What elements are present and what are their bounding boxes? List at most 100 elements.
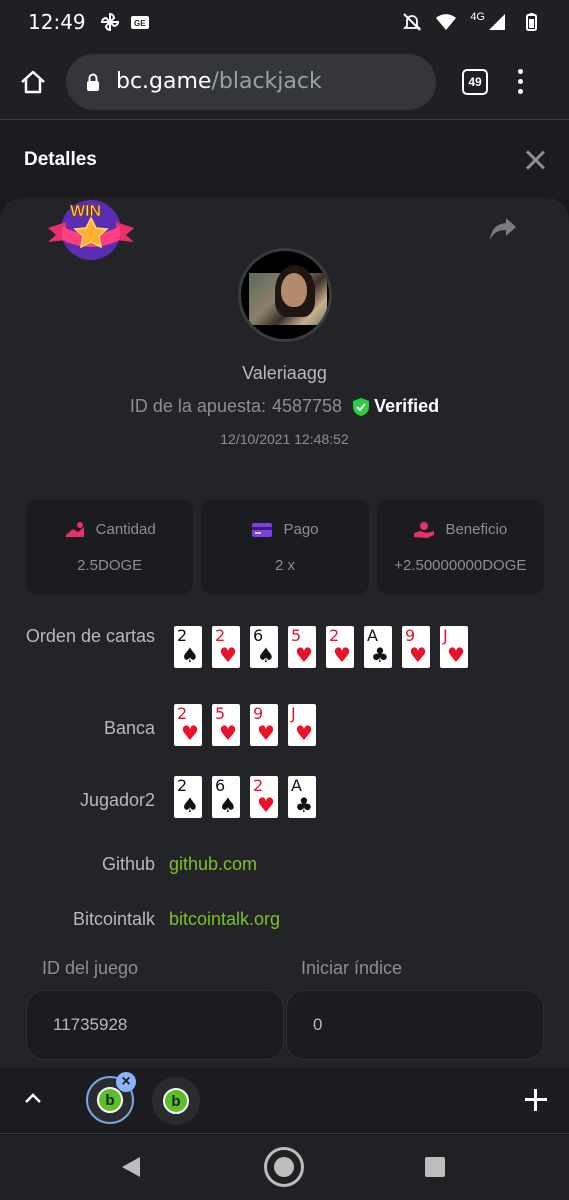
stats-row: Cantidad 2.5DOGE Pago 2 x Beneficio +2.5… [26,500,544,594]
home-nav-icon[interactable] [264,1147,304,1187]
verified-badge: Verified [352,396,439,417]
svg-text:GE: GE [134,19,146,28]
stat-value: 2 x [274,556,295,574]
stat-card-amount: Cantidad 2.5DOGE [26,500,194,594]
card-suit-icon: ♣ [295,793,313,817]
playing-card: 6 ♠ [250,626,278,668]
home-icon[interactable] [18,67,48,97]
bc-app-button-active[interactable]: b × [86,1072,136,1124]
card-suit-icon: ♠ [257,643,275,667]
url-text: bc.game/blackjack [116,69,322,94]
bank-label: Banca [103,718,155,738]
shield-check-icon [353,397,370,416]
playing-card: 2 ♠ [174,776,202,818]
pinwheel-icon [100,12,119,32]
bet-id-value: 4587758 [271,396,343,416]
playing-card: 2 ♥ [250,776,278,818]
coins-icon [65,521,84,537]
playing-card: 6 ♠ [212,776,240,818]
card-suit-icon: ♥ [295,721,313,745]
stat-value: 2.5DOGE [77,556,143,574]
more-menu-icon[interactable] [518,69,523,94]
network-type: 4G [470,11,485,23]
card-suit-icon: ♥ [181,721,199,745]
github-link[interactable]: github.com [169,854,257,875]
share-icon[interactable] [488,216,518,242]
playing-card: 2 ♠ [174,626,202,668]
card-suit-icon: ♥ [219,643,237,667]
back-icon[interactable] [120,1155,142,1179]
playing-card: 2 ♥ [174,704,202,746]
bet-id-label: ID de la apuesta: [129,396,266,416]
bc-logo-icon: b [97,1087,123,1113]
battery-icon [526,13,537,31]
game-id-label: ID del juego [42,958,139,978]
card-suit-icon: ♥ [219,721,237,745]
stat-label: Beneficio [445,521,508,538]
stat-card-payout: Pago 2 x [201,500,369,594]
card-order-cards: 2 ♠ 2 ♥ 6 ♠ 5 ♥ 2 ♥ A ♣ 9 ♥ J ♥ [174,626,468,668]
playing-card: J ♥ [288,704,316,746]
url-path: /blackjack [211,69,322,94]
ge-news-icon: GE [130,16,149,29]
card-suit-icon: ♥ [409,643,427,667]
card-suit-icon: ♥ [295,643,313,667]
start-index-field[interactable]: 0 [286,990,544,1060]
bottom-app-bar: b × b [0,1068,569,1134]
modal-title: Detalles [24,149,97,170]
stat-label: Cantidad [95,521,156,538]
avatar [238,248,332,342]
playing-card: 9 ♥ [402,626,430,668]
playing-card: 2 ♥ [212,626,240,668]
card-suit-icon: ♥ [257,793,275,817]
playing-card: A ♣ [288,776,316,818]
player-label: Jugador2 [79,790,155,810]
bitcointalk-link[interactable]: bitcointalk.org [169,909,280,930]
start-index-label: Iniciar índice [301,958,403,978]
card-payment-icon [252,522,273,537]
url-domain: bc.game [116,69,212,94]
chevron-up-icon[interactable] [24,1090,42,1108]
bc-logo-icon: b [163,1088,189,1114]
card-suit-icon: ♠ [181,643,199,667]
wifi-icon [436,14,457,30]
android-nav-bar [0,1135,569,1200]
hand-profit-icon [414,521,435,538]
mute-bell-icon [403,13,422,31]
card-suit-icon: ♥ [447,643,465,667]
stat-card-profit: Beneficio +2.50000000DOGE [376,500,544,594]
game-id-field[interactable]: 11735928 [26,990,284,1060]
github-label: Github [101,854,155,874]
lock-icon [87,73,99,91]
card-suit-icon: ♠ [219,793,237,817]
playing-card: 2 ♥ [326,626,354,668]
playing-card: 9 ♥ [250,704,278,746]
playing-card: J ♥ [440,626,468,668]
address-bar[interactable]: bc.game/blackjack [66,53,436,110]
card-suit-icon: ♥ [333,643,351,667]
bc-app-button[interactable]: b [152,1077,200,1125]
bet-timestamp: 12/10/2021 12:48:52 [220,431,349,447]
bitcointalk-label: Bitcointalk [72,909,155,929]
modal-header: Detalles [0,121,569,199]
bet-id-row: ID de la apuesta: 4587758 Verified [0,396,569,417]
win-badge-text: WIN [70,203,101,220]
add-icon[interactable] [524,1088,548,1112]
bet-details-panel: WIN Valeriaagg ID de la apuesta: 4587758… [0,198,569,1068]
close-icon[interactable]: × [116,1072,136,1092]
bank-cards: 2 ♥ 5 ♥ 9 ♥ J ♥ [174,704,316,746]
close-icon[interactable] [525,150,545,170]
stat-value: +2.50000000DOGE [394,556,527,574]
recents-icon[interactable] [425,1157,445,1177]
playing-card: 5 ♥ [288,626,316,668]
status-time: 12:49 [28,10,86,34]
playing-card: 5 ♥ [212,704,240,746]
verified-label: Verified [374,396,440,416]
card-suit-icon: ♥ [257,721,275,745]
username: Valeriaagg [242,363,327,383]
browser-toolbar: bc.game/blackjack 49 [0,44,569,120]
card-order-label: Orden de cartas [25,626,155,646]
stat-label: Pago [283,521,319,538]
tab-switcher-button[interactable]: 49 [462,68,488,95]
status-bar: 12:49 GE 4G [0,0,569,44]
